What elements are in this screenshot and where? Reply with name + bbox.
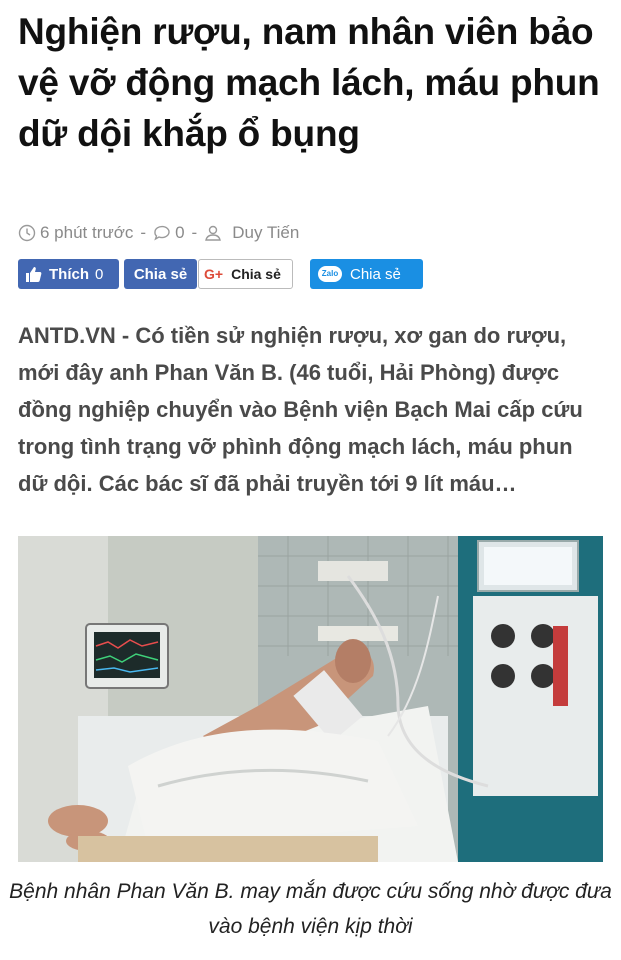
publish-time: 6 phút trước [40, 223, 134, 242]
comment-count[interactable]: 0 [175, 223, 184, 243]
like-count: 0 [95, 265, 104, 283]
lead-text: Có tiền sử nghiện rượu, xơ gan do rượu, … [18, 323, 583, 496]
clock-icon [18, 224, 36, 242]
photo-caption: Bệnh nhân Phan Văn B. may mắn được cứu s… [9, 880, 612, 938]
article-meta: 6 phút trước - 0 - Duy Tiến [18, 220, 299, 246]
article-photo [18, 536, 603, 862]
facebook-like-button[interactable]: Thích 0 [18, 259, 119, 289]
facebook-share-button[interactable]: Chia sẻ [124, 259, 197, 289]
like-label: Thích [49, 265, 89, 283]
google-plus-icon: G+ [204, 266, 224, 282]
article-title: Nghiện rượu, nam nhân viên bảo vệ vỡ độn… [18, 11, 600, 154]
meta-separator: - [140, 223, 147, 242]
article-lead: ANTD.VN - Có tiền sử nghiện rượu, xơ gan… [18, 317, 606, 502]
zalo-icon: Zalo [318, 266, 342, 282]
zalo-share-button[interactable]: Zalo Chia sẻ [310, 259, 423, 289]
lead-source: ANTD.VN - [18, 323, 130, 348]
author-name[interactable]: Duy Tiến [232, 223, 299, 243]
meta-separator: - [191, 223, 198, 242]
user-icon [204, 224, 222, 242]
comment-icon[interactable] [153, 224, 171, 242]
zalo-share-label: Chia sẻ [350, 265, 401, 283]
google-plus-share-button[interactable]: G+ Chia sẻ [198, 259, 293, 289]
thumbs-up-icon [24, 264, 44, 284]
gplus-share-label: Chia sẻ [231, 266, 281, 282]
